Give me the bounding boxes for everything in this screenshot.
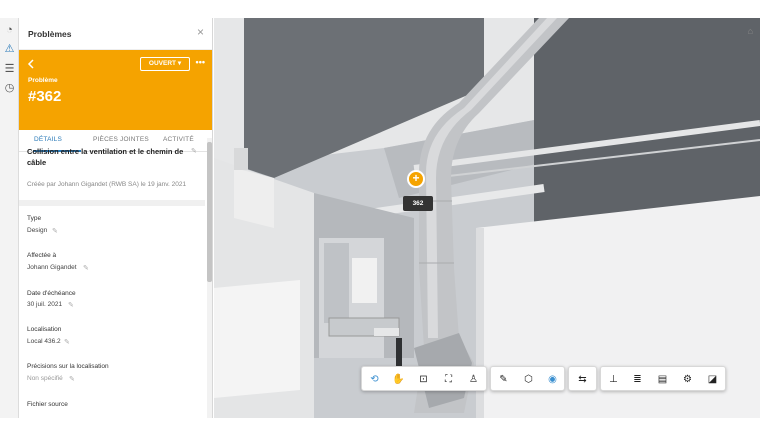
zoom-icon[interactable]: ⊡	[415, 371, 432, 388]
field-label-assignee: Affectée à	[27, 252, 57, 259]
warning-icon[interactable]: ⚠	[3, 43, 16, 56]
close-icon[interactable]: ×	[197, 25, 204, 39]
list-icon[interactable]: ☰	[3, 63, 16, 76]
settings-icon[interactable]: ⚙	[679, 371, 696, 388]
navigation-toolbar: ⟲ ✋ ⊡ ⛶ ♙	[361, 366, 487, 391]
pan-hand-icon[interactable]: ✋	[390, 371, 407, 388]
fit-view-icon[interactable]: ⛶	[440, 371, 457, 388]
field-label-type: Type	[27, 215, 42, 222]
tab-details[interactable]: DÉTAILS	[34, 136, 62, 143]
3d-scene	[214, 18, 760, 418]
model-toolbar: ⊥ ≣ ▤ ⚙ ◪	[600, 366, 726, 391]
section-divider	[19, 200, 205, 206]
panel-title: Problèmes	[28, 29, 72, 39]
panel-scroll-thumb[interactable]	[207, 142, 212, 282]
tab-attachments[interactable]: PIÈCES JOINTES	[93, 136, 149, 143]
model-viewer[interactable]: ⌂ + 362	[214, 18, 760, 418]
issue-number: #362	[28, 88, 62, 105]
panel-header: Problèmes ×	[19, 18, 212, 50]
clock-icon[interactable]: ◷	[3, 82, 16, 95]
issue-title[interactable]: Collision entre la ventilation et le che…	[27, 146, 192, 168]
field-label-location-details: Précisions sur la localisation	[27, 363, 109, 370]
field-label-location: Localisation	[27, 326, 62, 333]
edit-due-date-icon[interactable]: ✎	[68, 301, 74, 309]
edit-assignee-icon[interactable]: ✎	[83, 264, 89, 272]
edit-location-details-icon[interactable]: ✎	[69, 375, 75, 383]
status-dropdown[interactable]: OUVERT ▾	[140, 57, 190, 71]
back-chevron-icon[interactable]	[27, 58, 35, 72]
issue-pin-label[interactable]: 362	[403, 196, 433, 211]
edit-type-icon[interactable]: ✎	[52, 227, 58, 235]
properties-icon[interactable]: ▤	[654, 371, 671, 388]
issue-kind: Problème	[28, 77, 58, 84]
compare-icon[interactable]: ⇆	[574, 371, 591, 388]
section-box-icon[interactable]: ⬡	[520, 371, 537, 388]
first-person-icon[interactable]: ♙	[465, 371, 482, 388]
field-value-type[interactable]: Design	[27, 227, 47, 234]
compare-toolbar: ⇆	[568, 366, 597, 391]
created-by: Créée par Johann Gigandet (RWB SA) le 19…	[27, 181, 187, 188]
fullscreen-icon[interactable]: ◪	[704, 371, 721, 388]
edit-location-icon[interactable]: ✎	[64, 338, 70, 346]
analysis-toolbar: ✎ ⬡ ◉	[490, 366, 565, 391]
field-value-assignee[interactable]: Johann Gigandet	[27, 264, 77, 271]
field-value-location-details[interactable]: Non spécifié	[27, 375, 63, 382]
issue-banner: OUVERT ▾ ••• Problème #362	[19, 50, 212, 130]
model-tree-icon[interactable]: ⊥	[605, 371, 622, 388]
left-icon-rail: ◔ ⚠ ☰ ◷	[0, 18, 19, 418]
issue-pin-marker[interactable]: +	[407, 170, 425, 188]
bottom-strip	[0, 418, 760, 440]
field-label-due-date: Date d'échéance	[27, 290, 76, 297]
explode-icon[interactable]: ◉	[544, 371, 561, 388]
more-options-icon[interactable]: •••	[196, 57, 205, 67]
field-label-source-file: Fichier source	[27, 401, 68, 408]
measure-icon[interactable]: ✎	[495, 371, 512, 388]
field-value-location[interactable]: Local 436.2	[27, 338, 61, 345]
tab-activity[interactable]: ACTIVITÉ	[163, 136, 194, 143]
field-value-due-date[interactable]: 30 juil. 2021	[27, 301, 62, 308]
edit-title-icon[interactable]: ✎	[191, 147, 197, 155]
orbit-icon[interactable]: ⟲	[366, 371, 383, 388]
gauge-icon[interactable]: ◔	[3, 24, 16, 37]
home-view-icon[interactable]: ⌂	[748, 26, 753, 36]
issues-panel: Problèmes × OUVERT ▾ ••• Problème #362 D…	[19, 18, 213, 418]
layers-icon[interactable]: ≣	[629, 371, 646, 388]
